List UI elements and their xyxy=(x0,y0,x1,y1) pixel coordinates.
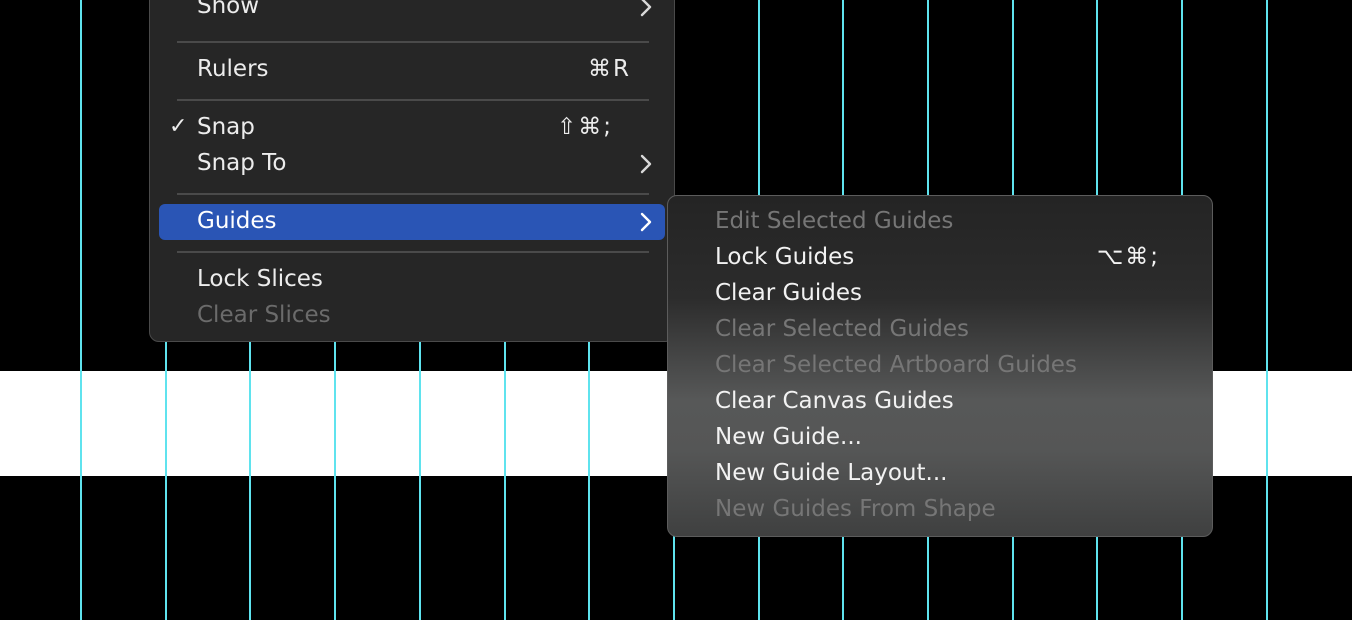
submenu-item-new-guide-layout[interactable]: New Guide Layout... xyxy=(668,456,1212,492)
submenu-item-clear-selected-artboard-guides[interactable]: Clear Selected Artboard Guides xyxy=(668,348,1212,384)
menu-item-rulers[interactable]: Rulers ⌘R xyxy=(159,52,665,88)
menu-separator xyxy=(177,99,649,101)
chevron-right-icon xyxy=(640,212,652,232)
menu-item-show[interactable]: Show xyxy=(159,0,665,25)
menu-item-shortcut: ⌘R xyxy=(588,56,631,82)
submenu-item-label: New Guide Layout... xyxy=(715,460,948,486)
submenu-item-label: Clear Canvas Guides xyxy=(715,388,954,414)
menu-item-lock-slices[interactable]: Lock Slices xyxy=(159,262,665,298)
submenu-item-clear-canvas-guides[interactable]: Clear Canvas Guides xyxy=(668,384,1212,420)
submenu-item-clear-selected-guides[interactable]: Clear Selected Guides xyxy=(668,312,1212,348)
guides-submenu: Edit Selected Guides Lock Guides ⌥⌘; Cle… xyxy=(667,195,1213,537)
view-menu: Show Rulers ⌘R ✓ Snap ⇧⌘; Snap To Guides… xyxy=(149,0,675,342)
submenu-item-label: Edit Selected Guides xyxy=(715,208,954,234)
submenu-item-label: Clear Selected Artboard Guides xyxy=(715,352,1077,378)
chevron-right-icon xyxy=(640,0,652,17)
menu-item-label: Show xyxy=(197,0,260,19)
guide-line[interactable] xyxy=(1266,0,1268,620)
menu-item-label: Lock Slices xyxy=(197,266,323,292)
submenu-item-label: Clear Selected Guides xyxy=(715,316,969,342)
menu-item-label: Snap xyxy=(197,114,255,140)
menu-item-clear-slices[interactable]: Clear Slices xyxy=(159,298,665,334)
submenu-item-lock-guides[interactable]: Lock Guides ⌥⌘; xyxy=(668,240,1212,276)
submenu-item-clear-guides[interactable]: Clear Guides xyxy=(668,276,1212,312)
chevron-right-icon xyxy=(640,154,652,174)
submenu-item-label: Clear Guides xyxy=(715,280,862,306)
menu-item-label: Rulers xyxy=(197,56,269,82)
menu-item-snap-to[interactable]: Snap To xyxy=(159,146,665,182)
checkmark-icon: ✓ xyxy=(169,114,188,139)
submenu-item-new-guides-from-shape[interactable]: New Guides From Shape xyxy=(668,492,1212,528)
submenu-item-new-guide[interactable]: New Guide... xyxy=(668,420,1212,456)
menu-item-label: Guides xyxy=(197,208,277,234)
menu-item-guides[interactable]: Guides xyxy=(159,204,665,240)
submenu-item-label: New Guide... xyxy=(715,424,862,450)
submenu-item-label: Lock Guides xyxy=(715,244,855,270)
menu-separator xyxy=(177,41,649,43)
canvas[interactable]: Show Rulers ⌘R ✓ Snap ⇧⌘; Snap To Guides… xyxy=(0,0,1352,620)
menu-item-snap[interactable]: ✓ Snap ⇧⌘; xyxy=(159,110,665,146)
submenu-item-shortcut: ⌥⌘; xyxy=(1096,244,1160,270)
menu-item-label: Clear Slices xyxy=(197,302,331,328)
submenu-item-edit-selected-guides[interactable]: Edit Selected Guides xyxy=(668,204,1212,240)
menu-item-shortcut: ⇧⌘; xyxy=(556,114,613,140)
guide-line[interactable] xyxy=(80,0,82,620)
menu-item-label: Snap To xyxy=(197,150,287,176)
menu-separator xyxy=(177,251,649,253)
submenu-item-label: New Guides From Shape xyxy=(715,496,996,522)
menu-separator xyxy=(177,193,649,195)
